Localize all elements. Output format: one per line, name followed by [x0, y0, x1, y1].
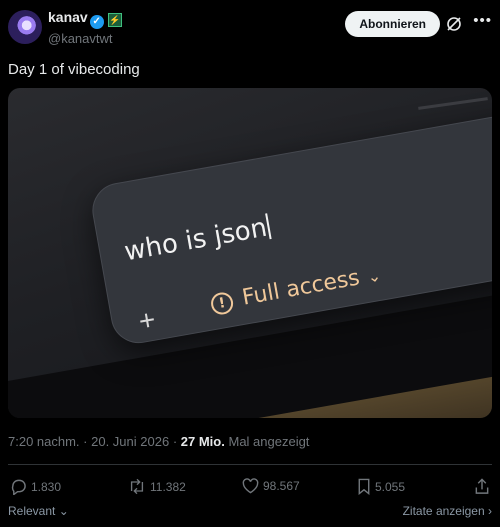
repost-button[interactable]: 11.382	[128, 478, 186, 495]
access-label: Full access	[240, 265, 362, 311]
bookmark-icon	[358, 478, 370, 495]
reply-button[interactable]: 1.830	[10, 478, 61, 495]
view-count-suffix: Mal angezeigt	[228, 434, 310, 449]
tweet-meta: 7:20 nachm. · 20. Juni 2026 · 27 Mio. Ma…	[8, 434, 310, 449]
affiliate-badge-icon: ⚡	[107, 13, 122, 27]
action-bar: 1.830 11.382 98.567 5.055	[10, 478, 490, 496]
heart-icon	[242, 478, 259, 494]
share-button[interactable]	[474, 478, 490, 495]
like-count: 98.567	[263, 479, 300, 493]
prompt-input: who is json	[122, 212, 272, 267]
reply-icon	[11, 479, 26, 495]
verified-check-icon: ✓	[89, 15, 104, 29]
sort-label: Relevant	[8, 504, 56, 518]
bookmark-count: 5.055	[375, 479, 406, 494]
more-icon[interactable]: •••	[473, 12, 492, 29]
chevron-down-icon: ⌄	[365, 265, 383, 287]
chevron-down-icon: ⌄	[55, 504, 69, 518]
like-button[interactable]: 98.567	[242, 478, 300, 494]
prompt-text: who is json	[122, 212, 270, 268]
sort-dropdown[interactable]: Relevant ⌄	[8, 504, 69, 518]
tweet-header: kanav ✓ ⚡ @kanavtwt Abonnieren •••	[8, 8, 492, 48]
author-block: kanav ✓ ⚡ @kanavtwt	[48, 9, 122, 46]
author-handle[interactable]: @kanavtwt	[48, 31, 122, 46]
bookmark-button[interactable]: 5.055	[357, 478, 405, 495]
view-count: 27 Mio.	[180, 434, 225, 449]
tweet-text: Day 1 of vibecoding	[8, 61, 140, 78]
author-name[interactable]: kanav	[48, 9, 88, 25]
quotes-label: Zitate anzeigen	[402, 504, 485, 518]
avatar[interactable]	[8, 10, 42, 44]
share-icon	[475, 478, 489, 494]
access-selector: ! Full access ⌄	[209, 262, 383, 317]
plus-icon: +	[136, 303, 158, 337]
divider	[8, 464, 492, 465]
repost-icon	[130, 478, 144, 495]
view-quotes-link[interactable]: Zitate anzeigen ›	[403, 504, 492, 518]
repost-count: 11.382	[150, 479, 186, 494]
tweet-media[interactable]: who is json + ! Full access ⌄	[8, 88, 492, 418]
warning-icon: !	[209, 290, 235, 317]
tweet-date[interactable]: 20. Juni 2026	[91, 434, 169, 449]
tweet-time[interactable]: 7:20 nachm.	[8, 434, 80, 449]
grok-icon[interactable]	[446, 16, 462, 32]
follow-button[interactable]: Abonnieren	[345, 11, 440, 37]
chevron-right-icon: ›	[484, 504, 492, 518]
reply-count: 1.830	[31, 479, 62, 494]
screen-edge	[418, 97, 488, 110]
